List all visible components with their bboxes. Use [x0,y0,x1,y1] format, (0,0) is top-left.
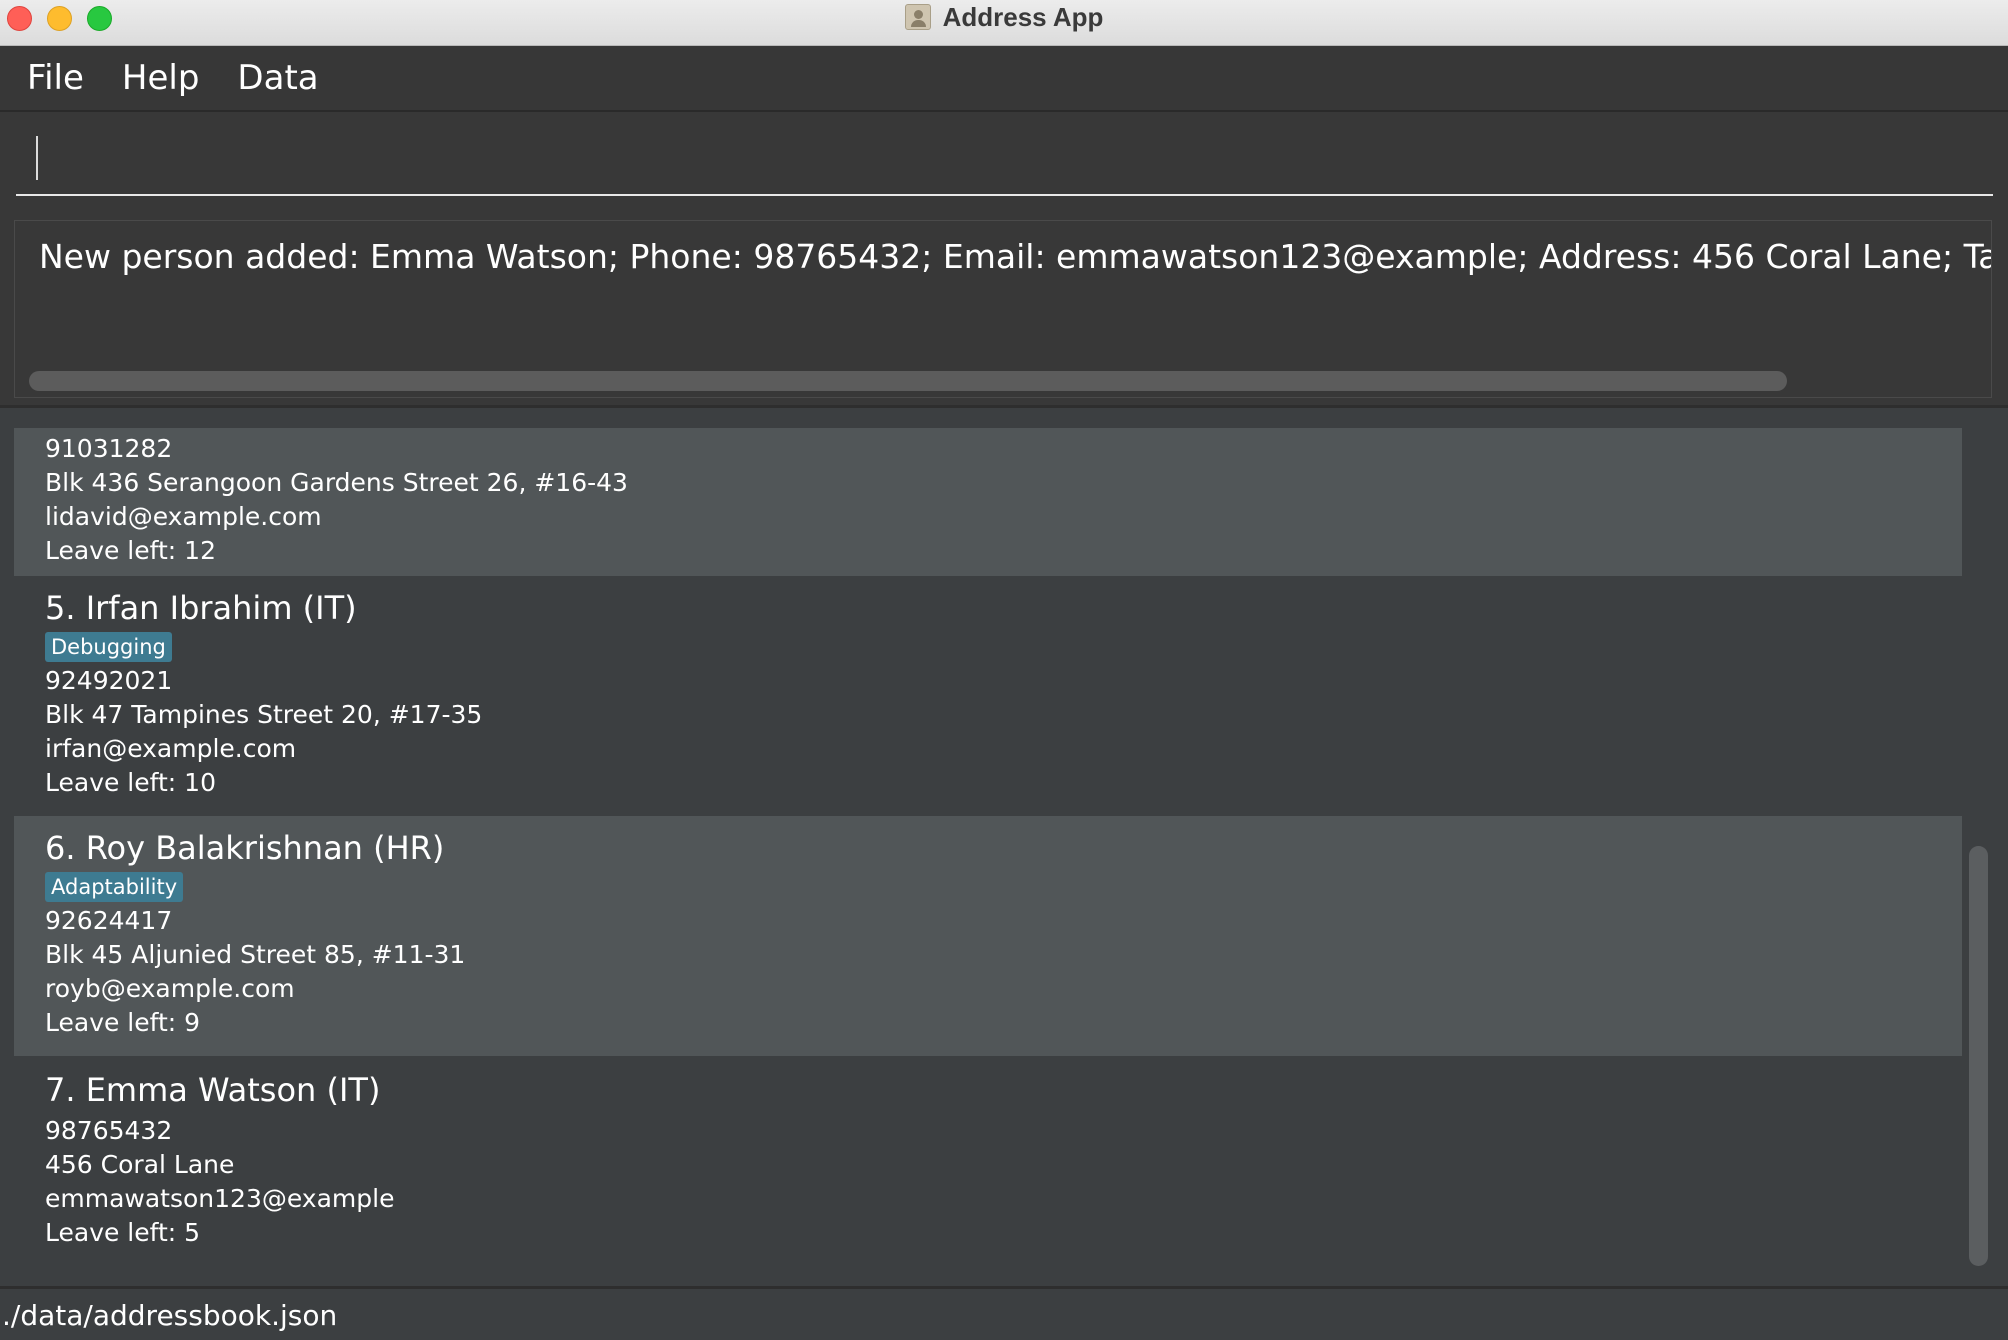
person-list[interactable]: 91031282 Blk 436 Serangoon Gardens Stree… [14,428,1962,1276]
person-tag: Debugging [45,632,172,662]
person-email: irfan@example.com [45,734,297,763]
window-title: Address App [942,1,1104,32]
title-bar: Address App [0,0,2008,46]
person-leave: Leave left: 5 [45,1218,201,1247]
save-location-path: ./data/addressbook.json [2,1299,338,1332]
menu-data[interactable]: Data [237,58,318,98]
person-name: 5. Irfan Ibrahim (IT) [45,589,357,627]
person-card[interactable]: 5. Irfan Ibrahim (IT) Debugging 92492021… [14,576,1962,816]
person-card[interactable]: 91031282 Blk 436 Serangoon Gardens Stree… [14,428,1962,576]
person-leave: Leave left: 12 [45,536,216,565]
status-bar: ./data/addressbook.json [0,1286,2008,1340]
command-input[interactable] [16,132,1993,196]
menu-bar: File Help Data [0,46,2008,112]
menu-file[interactable]: File [27,58,84,98]
person-address: 456 Coral Lane [45,1150,235,1179]
person-address: Blk 47 Tampines Street 20, #17-35 [45,700,483,729]
result-display-panel: New person added: Emma Watson; Phone: 98… [0,206,2008,408]
person-card[interactable]: 6. Roy Balakrishnan (HR) Adaptability 92… [14,816,1962,1056]
window-title-group: Address App [0,0,2008,34]
result-horizontal-scrollbar[interactable] [29,371,1787,391]
result-display[interactable]: New person added: Emma Watson; Phone: 98… [14,220,1992,398]
person-leave: Leave left: 10 [45,768,216,797]
person-email: royb@example.com [45,974,295,1003]
person-name: 6. Roy Balakrishnan (HR) [45,829,445,867]
person-phone: 98765432 [45,1116,173,1145]
person-list-panel: 91031282 Blk 436 Serangoon Gardens Stree… [0,408,2008,1286]
person-list-scrollbar[interactable] [1969,846,1988,1266]
person-address: Blk 436 Serangoon Gardens Street 26, #16… [45,468,628,497]
person-phone: 92624417 [45,906,173,935]
person-card[interactable]: 7. Emma Watson (IT) 98765432 456 Coral L… [14,1056,1962,1276]
person-tag: Adaptability [45,872,184,902]
address-book-icon [904,4,931,30]
person-phone: 91031282 [45,434,173,463]
person-leave: Leave left: 9 [45,1008,201,1037]
person-phone: 92492021 [45,666,173,695]
person-email: emmawatson123@example [45,1184,395,1213]
command-box-panel [0,112,2008,206]
result-message: New person added: Emma Watson; Phone: 98… [39,237,1991,276]
text-caret [36,136,38,180]
menu-help[interactable]: Help [122,58,200,98]
person-address: Blk 45 Aljunied Street 85, #11-31 [45,940,466,969]
person-name: 7. Emma Watson (IT) [45,1071,381,1109]
person-email: lidavid@example.com [45,502,322,531]
